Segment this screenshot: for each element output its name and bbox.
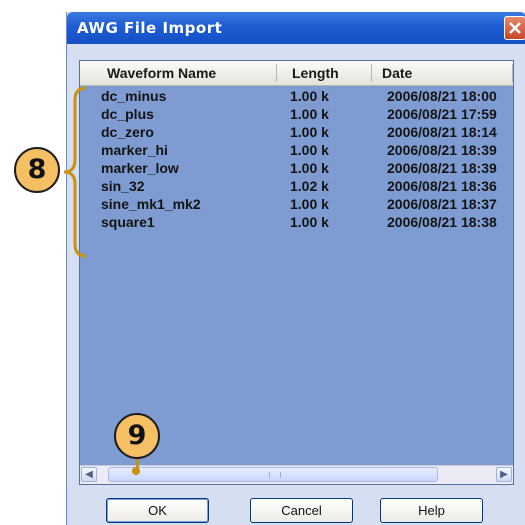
table-row[interactable]: marker_hi 1.00 k 2006/08/21 18:39: [80, 141, 513, 159]
table-row[interactable]: dc_zero 1.00 k 2006/08/21 18:14: [80, 123, 513, 141]
waveform-length: 1.00 k: [290, 124, 329, 140]
waveform-length: 1.00 k: [290, 196, 329, 212]
column-header-length[interactable]: Length: [292, 65, 339, 81]
column-divider[interactable]: [276, 64, 277, 82]
column-divider[interactable]: [371, 64, 372, 82]
waveform-date: 2006/08/21 18:36: [387, 178, 497, 194]
waveform-name: dc_minus: [101, 88, 167, 104]
waveform-name: sin_32: [101, 178, 145, 194]
table-row[interactable]: sin_32 1.02 k 2006/08/21 18:36: [80, 177, 513, 195]
waveform-length: 1.02 k: [290, 178, 329, 194]
horizontal-scrollbar[interactable]: ◀ ▶: [80, 465, 513, 484]
grip-icon: [269, 472, 281, 478]
table-row[interactable]: dc_plus 1.00 k 2006/08/21 17:59: [80, 105, 513, 123]
column-divider: [512, 64, 513, 82]
waveform-name: square1: [101, 214, 155, 230]
waveform-name: sine_mk1_mk2: [101, 196, 201, 212]
waveform-length: 1.00 k: [290, 214, 329, 230]
close-icon: [509, 22, 521, 34]
callout-step-8: 8: [14, 147, 60, 193]
waveform-date: 2006/08/21 18:37: [387, 196, 497, 212]
scroll-left-button[interactable]: ◀: [81, 467, 97, 482]
waveform-date: 2006/08/21 18:39: [387, 160, 497, 176]
title-bar: AWG File Import: [67, 12, 525, 44]
waveform-length: 1.00 k: [290, 142, 329, 158]
waveform-name: dc_zero: [101, 124, 154, 140]
waveform-length: 1.00 k: [290, 88, 329, 104]
ok-button[interactable]: OK: [106, 498, 209, 523]
waveform-date: 2006/08/21 18:38: [387, 214, 497, 230]
close-button[interactable]: [504, 16, 525, 40]
bracket-annotation: [63, 86, 87, 258]
waveform-name: marker_low: [101, 160, 179, 176]
table-row[interactable]: sine_mk1_mk2 1.00 k 2006/08/21 18:37: [80, 195, 513, 213]
table-row[interactable]: dc_minus 1.00 k 2006/08/21 18:00: [80, 87, 513, 105]
dialog-title: AWG File Import: [77, 19, 223, 37]
waveform-length: 1.00 k: [290, 106, 329, 122]
callout-leader-dot: [132, 467, 140, 475]
scroll-left-icon: ◀: [85, 469, 93, 480]
column-header-waveform-name[interactable]: Waveform Name: [107, 65, 216, 81]
waveform-date: 2006/08/21 17:59: [387, 106, 497, 122]
table-row[interactable]: marker_low 1.00 k 2006/08/21 18:39: [80, 159, 513, 177]
cancel-button[interactable]: Cancel: [250, 498, 353, 523]
scroll-right-icon: ▶: [500, 469, 508, 480]
list-header: Waveform Name Length Date: [80, 61, 513, 86]
waveform-name: dc_plus: [101, 106, 154, 122]
waveform-name: marker_hi: [101, 142, 168, 158]
waveform-length: 1.00 k: [290, 160, 329, 176]
list-body: dc_minus 1.00 k 2006/08/21 18:00 dc_plus…: [80, 87, 513, 231]
column-header-date[interactable]: Date: [382, 65, 412, 81]
table-row[interactable]: square1 1.00 k 2006/08/21 18:38: [80, 213, 513, 231]
callout-step-9: 9: [114, 413, 160, 459]
scrollbar-thumb[interactable]: [108, 467, 438, 482]
waveform-date: 2006/08/21 18:00: [387, 88, 497, 104]
help-button[interactable]: Help: [380, 498, 483, 523]
waveform-date: 2006/08/21 18:14: [387, 124, 497, 140]
waveform-date: 2006/08/21 18:39: [387, 142, 497, 158]
scroll-right-button[interactable]: ▶: [496, 467, 512, 482]
